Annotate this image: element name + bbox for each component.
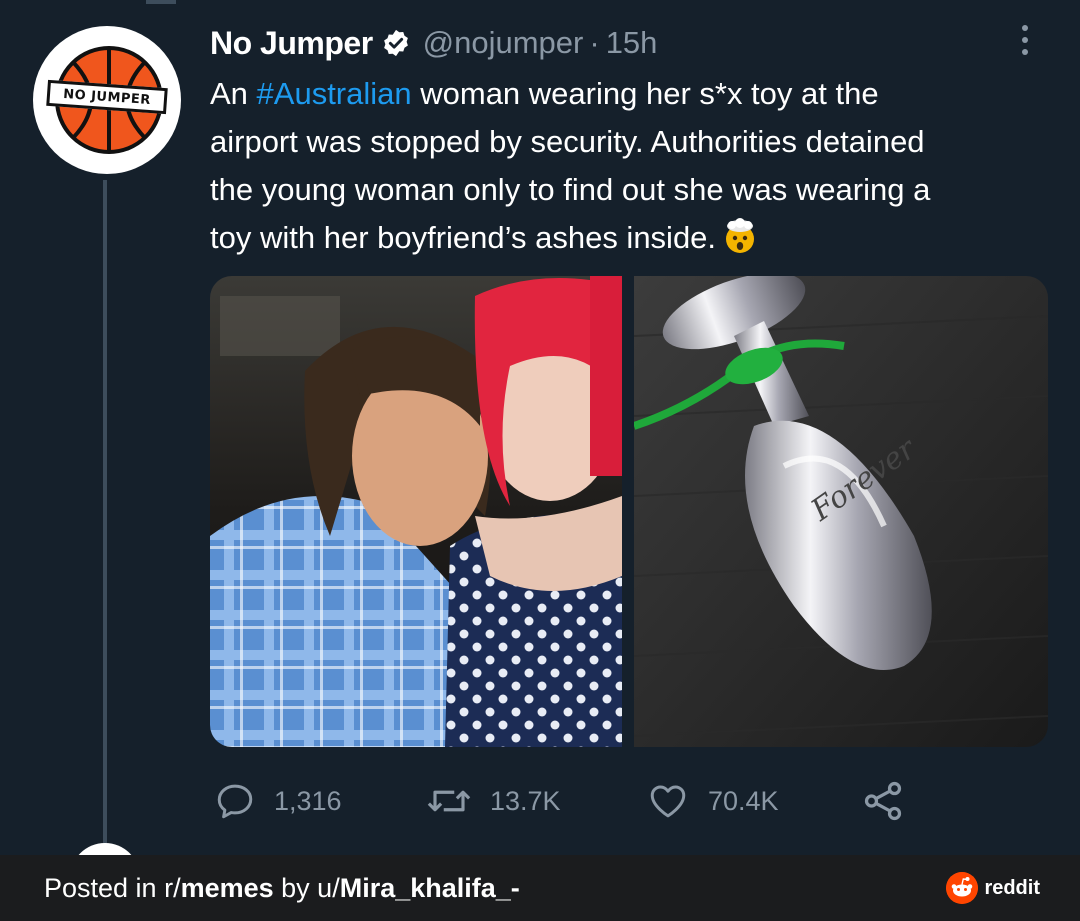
share-icon [864, 781, 902, 821]
exploding-head-emoji-icon [726, 218, 755, 253]
reddit-wordmark: reddit [984, 876, 1040, 899]
media-grid: Forever [210, 276, 1048, 747]
tweet-header: No Jumper @nojumper · 15h [210, 20, 657, 66]
thread-line [103, 180, 107, 845]
text-segment: toy with her boyfriend’s ashes inside. [210, 220, 717, 255]
couple-photo[interactable] [210, 276, 622, 747]
like-button[interactable]: 70.4K [646, 772, 779, 830]
reply-icon [217, 784, 253, 819]
retweet-button[interactable]: 13.7K [426, 772, 561, 830]
heart-icon [650, 785, 686, 818]
like-count: 70.4K [708, 785, 779, 816]
verified-badge-icon [383, 29, 408, 57]
text-segment: An [210, 76, 257, 111]
share-button[interactable] [860, 772, 906, 830]
posted-prefix: Posted in r/ [44, 872, 181, 903]
timestamp[interactable]: 15h [606, 25, 658, 61]
tweet-line-2: airport was stopped by security. Authori… [210, 124, 925, 159]
handle[interactable]: @nojumper [423, 25, 584, 61]
retweet-count: 13.7K [490, 785, 561, 816]
text-segment: woman wearing her s*x toy at the [411, 76, 879, 111]
reply-count: 1,316 [274, 785, 342, 816]
posted-by: by u/ [273, 872, 340, 903]
reply-button[interactable]: 1,316 [214, 772, 342, 830]
display-name[interactable]: No Jumper [210, 25, 373, 62]
reddit-logo-icon [946, 872, 979, 904]
thread-connector-top [146, 0, 176, 4]
tweet-line-3: the young woman only to find out she was… [210, 172, 931, 207]
tweet-actions: 1,316 13.7K 70.4K [210, 772, 930, 830]
separator-dot: · [589, 25, 600, 60]
avatar[interactable]: NO JUMPER [33, 26, 181, 174]
object-photo[interactable]: Forever [634, 276, 1048, 747]
username-link[interactable]: Mira_khalifa_- [340, 873, 520, 903]
subreddit-link[interactable]: memes [181, 873, 274, 903]
tweet-line-1: An #Australian woman wearing her s*x toy… [210, 70, 1060, 118]
more-options-icon[interactable] [1012, 20, 1038, 60]
retweet-icon [427, 790, 471, 812]
reddit-footer: Posted in r/memes by u/Mira_khalifa_- re… [0, 855, 1080, 921]
tweet-text: An #Australian woman wearing her s*x toy… [210, 70, 1060, 262]
reddit-brand[interactable]: reddit [946, 872, 1040, 904]
hashtag-link[interactable]: #Australian [257, 76, 412, 111]
posted-in-label: Posted in r/memes by u/Mira_khalifa_- [44, 873, 520, 904]
tweet-line-4: toy with her boyfriend’s ashes inside. [210, 214, 1060, 262]
